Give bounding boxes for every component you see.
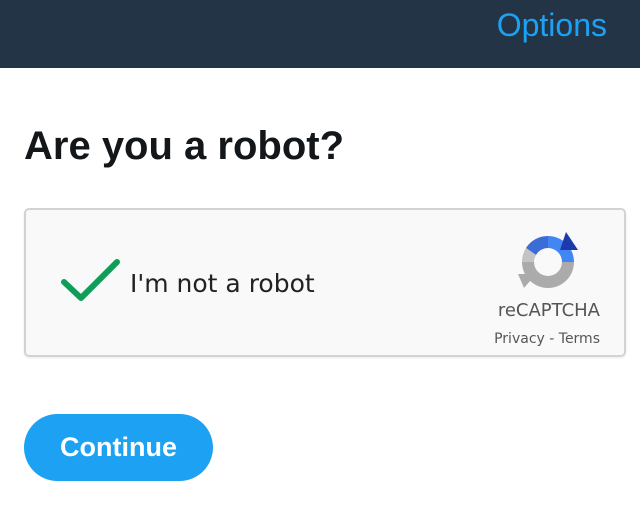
privacy-link[interactable]: Privacy bbox=[494, 331, 545, 347]
legal-separator: - bbox=[544, 331, 559, 347]
terms-link[interactable]: Terms bbox=[559, 331, 600, 347]
options-link[interactable]: Options bbox=[497, 6, 607, 44]
recaptcha-logo-icon bbox=[518, 232, 578, 288]
page-title: Are you a robot? bbox=[24, 124, 345, 168]
top-bar: Options bbox=[0, 0, 640, 68]
continue-button[interactable]: Continue bbox=[24, 414, 213, 481]
recaptcha-widget: I'm not a robot reCAPTCHA Privacy - Term… bbox=[24, 208, 626, 357]
checkbox-label: I'm not a robot bbox=[130, 269, 315, 298]
recaptcha-brand: reCAPTCHA bbox=[497, 300, 600, 321]
recaptcha-checkbox[interactable] bbox=[60, 256, 122, 304]
recaptcha-legal-links: Privacy - Terms bbox=[494, 330, 600, 348]
green-checkmark-icon bbox=[61, 259, 120, 301]
